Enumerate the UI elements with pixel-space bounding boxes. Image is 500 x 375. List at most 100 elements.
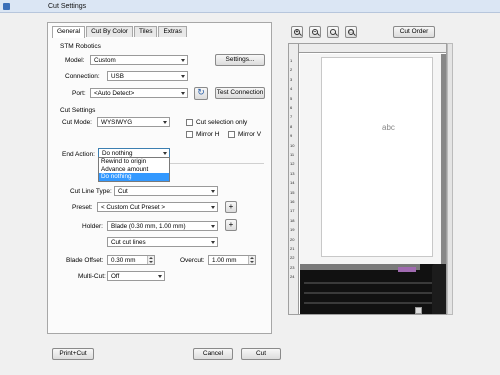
blade-offset-stepper[interactable]: 0.30 mm: [107, 255, 155, 265]
ruler-number: 15: [290, 189, 295, 195]
chevron-down-icon: [211, 206, 215, 209]
machine-line: [304, 292, 432, 294]
end-action-option-rewind[interactable]: Rewind to origin: [99, 158, 169, 166]
chevron-down-icon: [181, 59, 185, 62]
cut-line-type-select[interactable]: Cut: [114, 186, 218, 196]
ruler-number: 2: [290, 67, 293, 73]
chevron-down-icon: [158, 275, 162, 278]
overcut-label: Overcut:: [180, 257, 205, 264]
cut-lines-select[interactable]: Cut cut lines: [107, 237, 218, 247]
tab-cut-by-color[interactable]: Cut By Color: [86, 26, 133, 37]
zoom-fit-button[interactable]: [327, 26, 339, 38]
overcut-value: 1.00 mm: [212, 257, 237, 264]
zoom-page-button[interactable]: □: [345, 26, 357, 38]
holder-label: Holder:: [82, 223, 103, 230]
chevron-down-icon: [163, 121, 167, 124]
ruler-number: 16: [290, 199, 295, 204]
chevron-down-icon: [181, 75, 185, 78]
preview-canvas: abc: [300, 54, 446, 314]
end-action-option-advance[interactable]: Advance amount: [99, 166, 169, 174]
test-connection-button[interactable]: Test Connection: [215, 87, 265, 99]
ruler-number: 22: [290, 255, 295, 261]
chevron-down-icon: [211, 241, 215, 244]
ruler-number: 13: [290, 170, 295, 176]
add-preset-button[interactable]: +: [225, 201, 237, 213]
model-value: Custom: [94, 57, 116, 64]
cancel-button[interactable]: Cancel: [193, 348, 233, 360]
cut-line-type-label: Cut Line Type:: [70, 188, 112, 195]
ruler-number: 19: [290, 227, 295, 233]
ruler-number: 12: [290, 161, 295, 167]
window-title: Cut Settings: [48, 3, 87, 10]
horizontal-scroll-thumb[interactable]: [415, 307, 422, 314]
cut-selection-only-label: Cut selection only: [196, 119, 248, 126]
ruler-number: 17: [290, 208, 295, 214]
paper-sheet: [321, 57, 433, 257]
multi-cut-select[interactable]: Off: [107, 271, 165, 281]
ruler-number: 5: [290, 95, 293, 101]
app-icon: [3, 3, 10, 10]
ruler-number: 21: [290, 246, 295, 251]
vertical-scrollbar[interactable]: [447, 43, 453, 315]
ruler-number: 20: [290, 236, 295, 242]
zoom-out-button[interactable]: −: [309, 26, 321, 38]
ruler-number: 18: [290, 217, 295, 223]
ruler-number: 1: [290, 58, 293, 63]
cut-lines-value: Cut cut lines: [111, 239, 146, 246]
connection-select[interactable]: USB: [107, 71, 188, 81]
blade-offset-value: 0.30 mm: [111, 257, 136, 264]
spinner-arrows-icon[interactable]: [248, 256, 255, 264]
preset-label: Preset:: [72, 204, 93, 211]
multi-cut-label: Multi-Cut:: [78, 273, 106, 280]
connection-value: USB: [111, 73, 124, 80]
machine-line: [304, 282, 432, 284]
mirror-h-label: Mirror H: [196, 131, 220, 138]
settings-button[interactable]: Settings...: [215, 54, 265, 66]
horizontal-ruler: [289, 44, 446, 53]
end-action-option-do-nothing[interactable]: Do nothing: [99, 173, 169, 181]
cut-selection-only-checkbox[interactable]: [186, 119, 193, 126]
ruler-number: 11: [290, 152, 295, 157]
multi-cut-value: Off: [111, 273, 120, 280]
machine-logo: [398, 267, 416, 272]
preset-select[interactable]: < Custom Cut Preset >: [97, 202, 218, 212]
refresh-icon[interactable]: ↻: [194, 87, 208, 100]
cut-preview[interactable]: 1 2 3 4 5 6 7 8 9 10 11 12 13 14 15 16 17 18 19 20 21 22 23 24 …: [288, 43, 447, 315]
holder-select[interactable]: Blade (0.30 mm, 1.00 mm): [107, 221, 218, 231]
holder-value: Blade (0.30 mm, 1.00 mm): [111, 223, 186, 230]
model-select[interactable]: Custom: [90, 55, 188, 65]
cut-line-type-value: Cut: [118, 188, 128, 195]
mirror-h-checkbox[interactable]: [186, 131, 193, 138]
tab-bar: General Cut By Color Tiles Extras: [52, 26, 188, 38]
spinner-arrows-icon[interactable]: [147, 256, 154, 264]
device-section-label: STM Robotics: [60, 43, 101, 50]
end-action-value: Do nothing: [102, 150, 133, 157]
cut-mode-select[interactable]: WYSIWYG: [97, 117, 170, 127]
ruler-number: 14: [290, 180, 295, 186]
cut-button[interactable]: Cut: [241, 348, 281, 360]
tab-tiles[interactable]: Tiles: [133, 26, 158, 37]
tab-general[interactable]: General: [52, 26, 86, 38]
end-action-label: End Action:: [62, 151, 95, 158]
divider: [170, 163, 264, 164]
model-label: Model:: [65, 57, 85, 64]
port-select[interactable]: <Auto Detect>: [90, 88, 188, 98]
ruler-number: 10: [290, 142, 295, 148]
tab-extras[interactable]: Extras: [158, 26, 187, 37]
lens-handle: [317, 33, 320, 36]
zoom-in-button[interactable]: +: [291, 26, 303, 38]
sample-text[interactable]: abc: [382, 123, 395, 132]
add-holder-button[interactable]: +: [225, 219, 237, 231]
cut-order-button[interactable]: Cut Order: [393, 26, 435, 38]
vertical-ruler: 1 2 3 4 5 6 7 8 9 10 11 12 13 14 15 16 17 18 19 20 21 22 23 24: [289, 44, 299, 314]
ruler-number: 3: [290, 76, 293, 82]
plus-icon: +: [228, 220, 234, 229]
cut-mode-value: WYSIWYG: [101, 119, 133, 126]
chevron-down-icon: [181, 92, 185, 95]
overcut-stepper[interactable]: 1.00 mm: [208, 255, 256, 265]
ruler-number: 23: [290, 264, 295, 270]
title-bar: Cut Settings: [0, 0, 500, 13]
print-cut-button[interactable]: Print+Cut: [52, 348, 94, 360]
mirror-v-label: Mirror V: [238, 131, 262, 138]
mirror-v-checkbox[interactable]: [228, 131, 235, 138]
